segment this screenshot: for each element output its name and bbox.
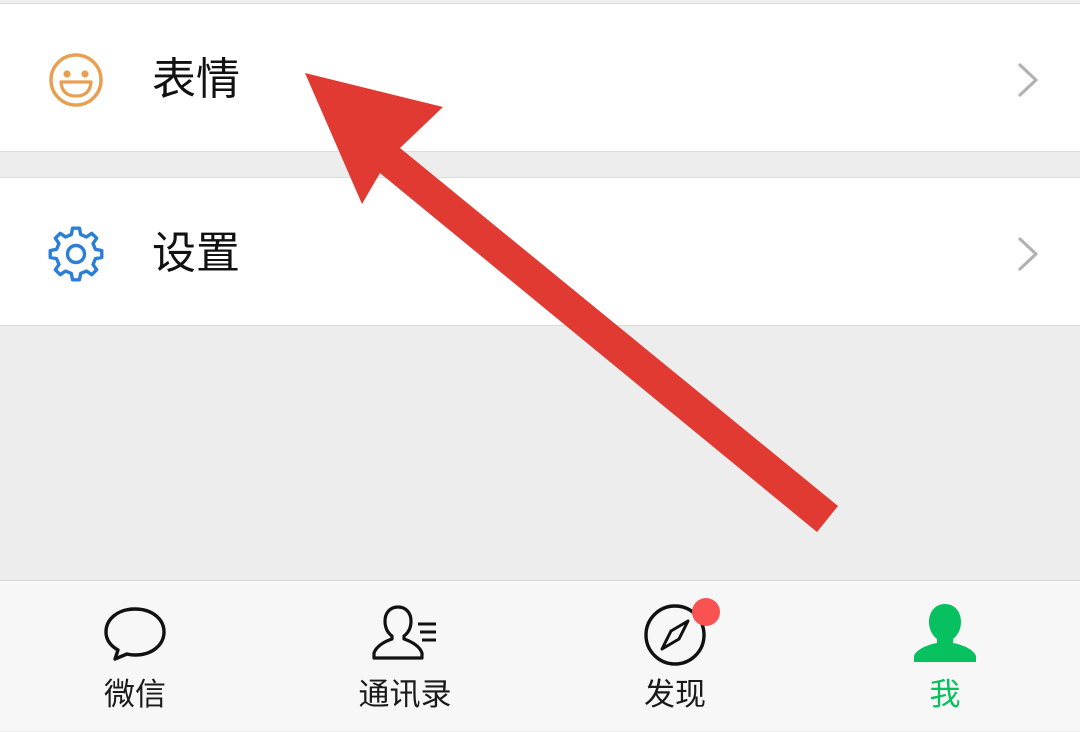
contacts-icon	[372, 605, 436, 660]
chevron-right-icon	[1018, 63, 1038, 97]
menu-item-stickers[interactable]: 表情	[0, 3, 1080, 152]
person-icon	[914, 604, 976, 662]
menu-item-settings-label: 设置	[152, 228, 240, 279]
tab-chats[interactable]: 微信	[35, 581, 235, 732]
gear-icon	[48, 226, 104, 282]
menu-item-settings[interactable]: 设置	[0, 177, 1080, 326]
smile-icon	[49, 53, 103, 107]
tab-me-label: 我	[929, 677, 961, 713]
menu-item-stickers-label: 表情	[152, 54, 240, 105]
tab-chats-label: 微信	[104, 677, 166, 713]
chat-bubble-icon	[104, 607, 166, 661]
chevron-right-icon	[1018, 237, 1038, 271]
tab-me[interactable]: 我	[845, 581, 1045, 732]
tab-contacts-label: 通讯录	[358, 677, 452, 713]
tab-discover[interactable]: 发现	[575, 581, 775, 732]
notification-badge	[692, 598, 720, 626]
bottom-tab-bar: 微信 通讯录 发现 我	[0, 580, 1080, 731]
tab-discover-label: 发现	[644, 677, 706, 713]
tab-contacts[interactable]: 通讯录	[305, 581, 505, 732]
